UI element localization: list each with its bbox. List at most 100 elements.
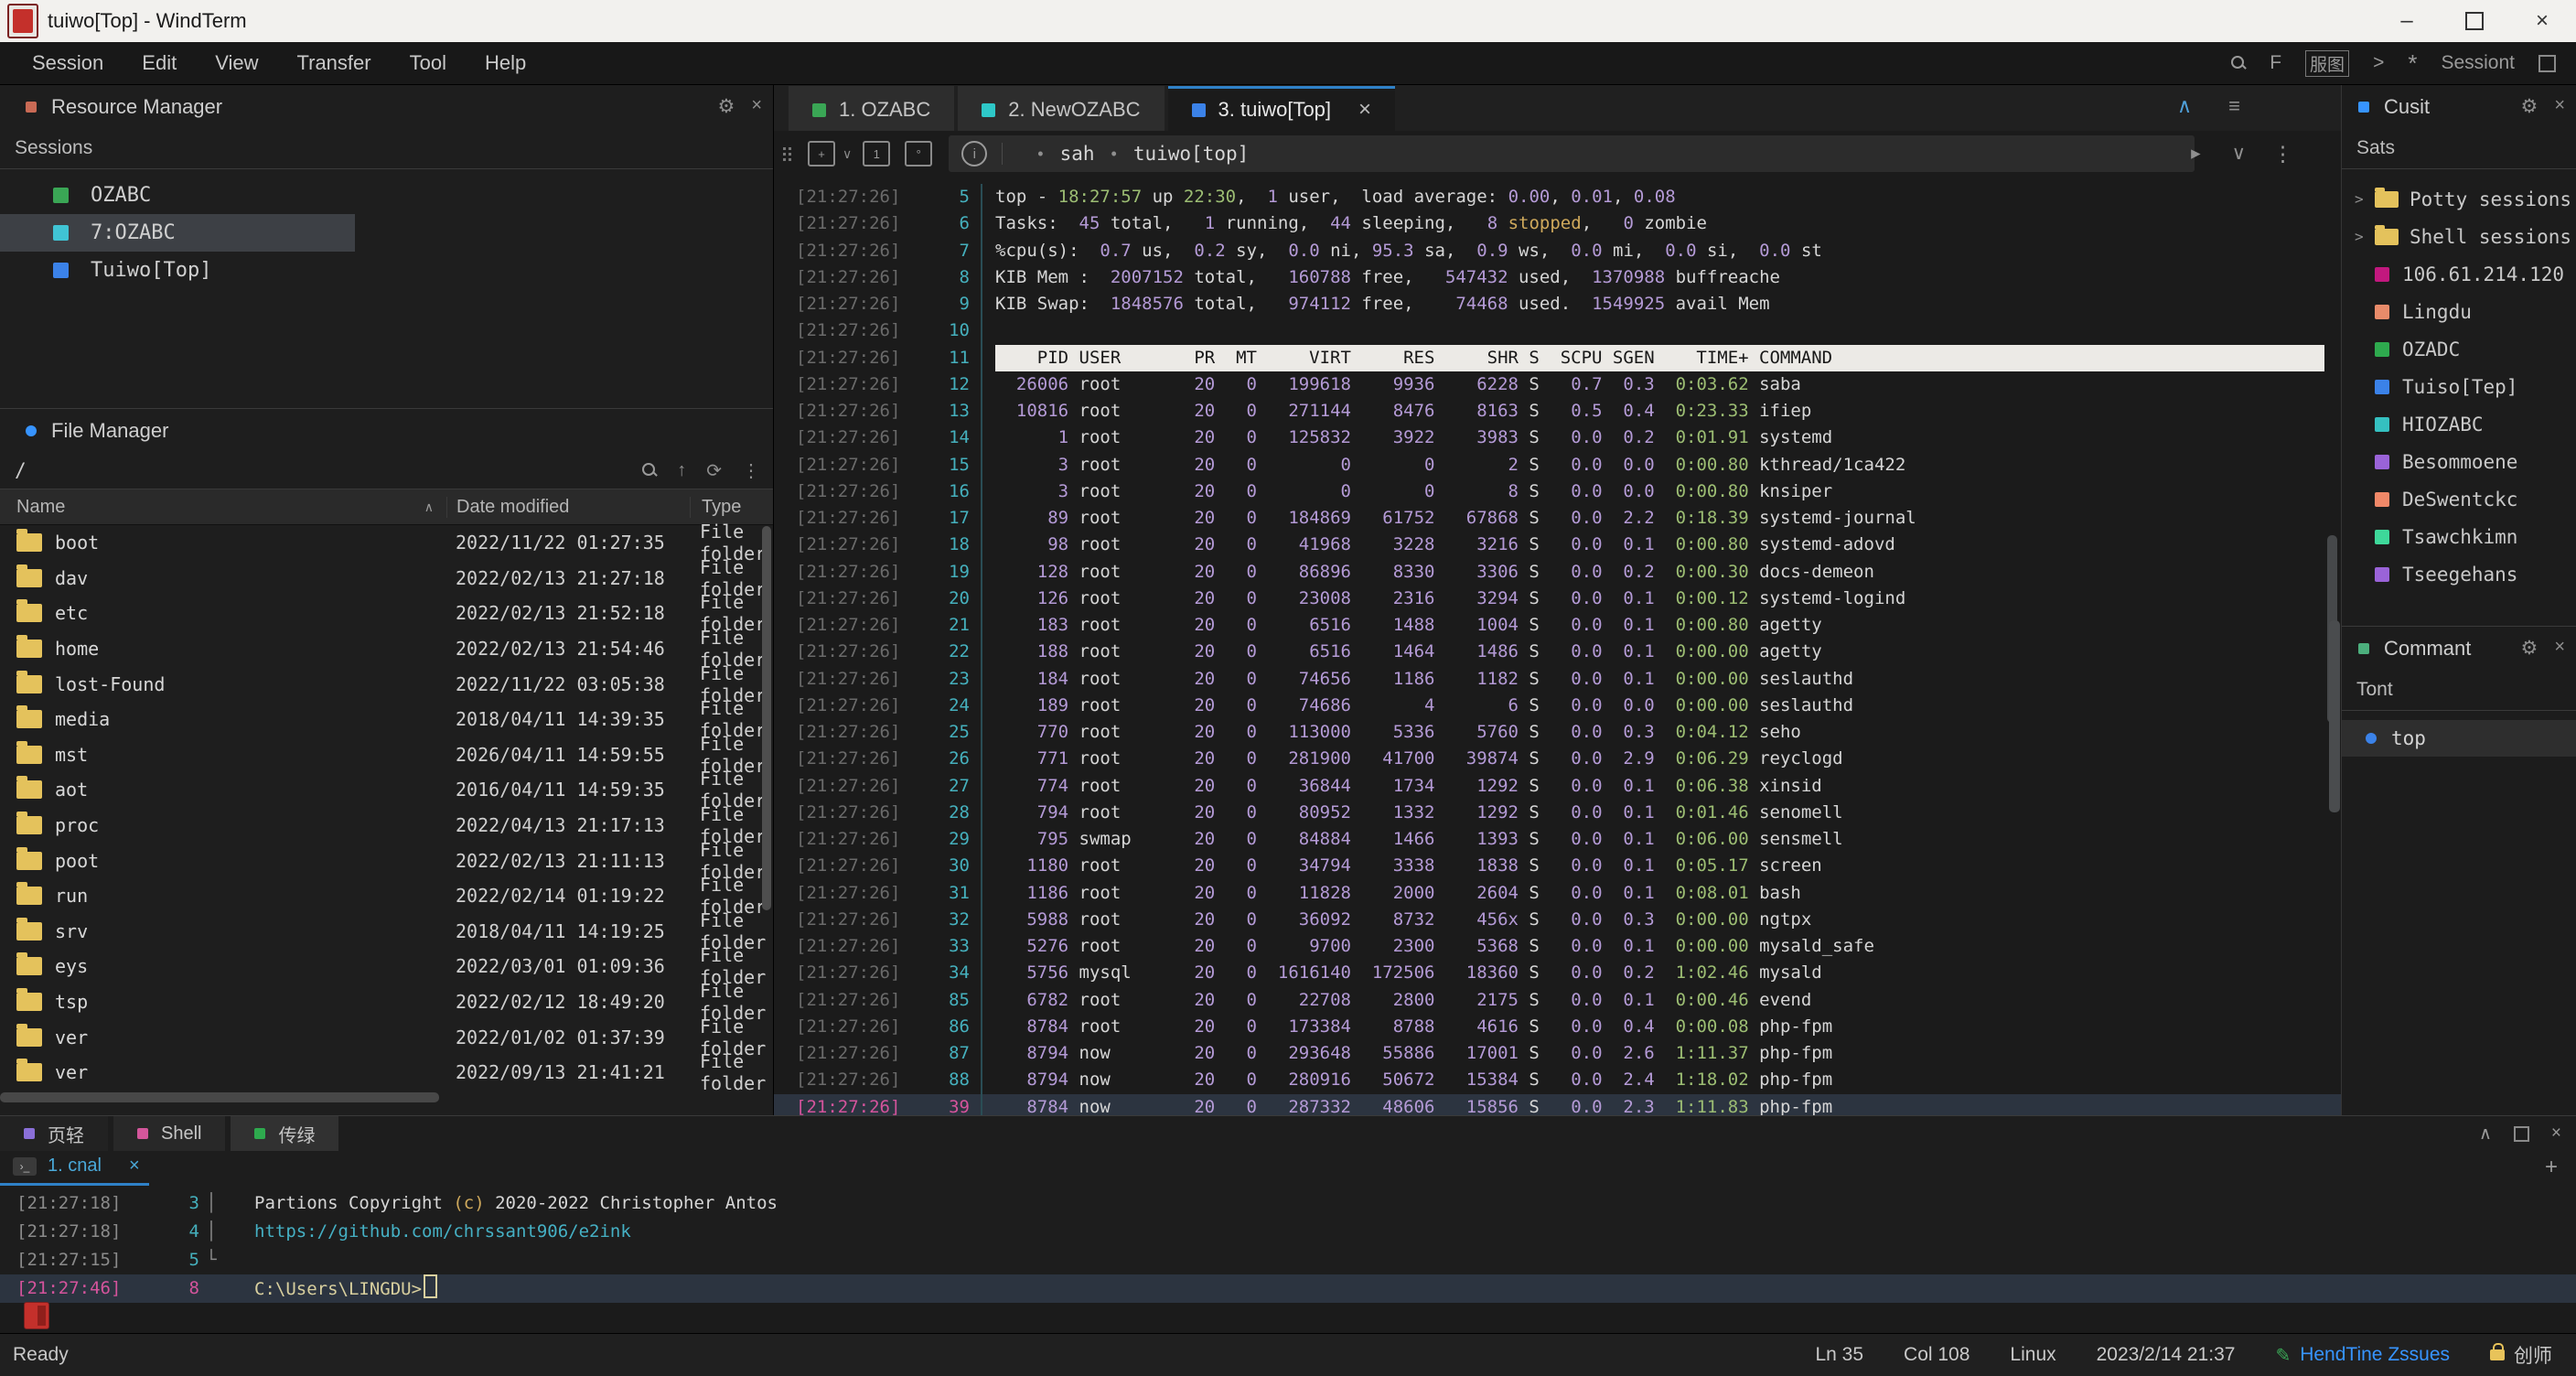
font-tool-icon[interactable]: F [2270,52,2281,74]
bottom-tab[interactable]: 传绿 [231,1116,338,1151]
tree-item[interactable]: >Shell sessions [2342,218,2576,255]
pane-pin-icon[interactable]: ° [905,141,932,167]
tab-list-icon[interactable]: ≡ [2228,94,2240,118]
tree-item[interactable]: Tseegehans [2342,555,2576,593]
session-menu-button[interactable]: Sessiont [2441,52,2515,74]
table-row[interactable]: run2022/02/14 01:19:22File folder [0,878,773,914]
tree-item[interactable]: 106.61.214.120 [2342,255,2576,293]
chevron-down-icon[interactable]: ∨ [843,146,852,162]
chevron-right-icon[interactable]: > [2355,228,2375,245]
windterm-dock-icon[interactable] [24,1302,49,1329]
scroll-top-icon[interactable]: ∧ [2177,94,2192,118]
table-row[interactable]: ver2022/09/13 21:41:21File folder [0,1055,773,1091]
terminal-output[interactable]: [21:27:26]5top - 18:27:57 up 22:30, 1 us… [774,177,2341,1115]
table-row[interactable]: ver2022/01/02 01:37:39File folder [0,1019,773,1055]
table-row[interactable]: home2022/02/13 21:54:46File folder [0,631,773,667]
tree-item[interactable]: DeSwentckc [2342,480,2576,518]
tree-item[interactable]: Tsawchkimn [2342,518,2576,555]
column-date-modified[interactable]: Date modified [446,497,690,518]
command-item[interactable]: top [2342,720,2576,757]
table-row[interactable]: poot2022/02/13 21:11:13File folder [0,843,773,878]
terminal-tab[interactable]: 2. NewOZABC [958,86,1164,131]
filter-icon[interactable] [642,463,657,478]
maximize-button[interactable] [2441,0,2508,42]
close-icon[interactable]: × [751,95,762,118]
gear-icon[interactable]: ⚙ [2520,637,2538,660]
host-label[interactable]: tuiwo[top] [1133,143,1249,165]
minimize-button[interactable]: – [2373,0,2441,42]
session-item[interactable]: Tuiwo[Top] [0,252,773,289]
gear-icon[interactable]: ⚙ [2520,95,2538,118]
new-shell-icon[interactable]: + [2545,1155,2558,1180]
gear-icon[interactable]: ⚙ [717,95,735,118]
bottom-tab[interactable]: 页轻 [0,1116,108,1151]
table-row[interactable]: srv2018/04/11 14:19:25File folder [0,914,773,950]
column-type[interactable]: Type [690,497,773,518]
table-row[interactable]: etc2022/02/13 21:52:18File folder [0,596,773,631]
tree-item[interactable]: HIOZABC [2342,405,2576,443]
tree-item[interactable]: Lingdu [2342,293,2576,330]
close-icon[interactable]: × [129,1156,140,1177]
stamp-icon[interactable]: 服图 [2305,50,2349,77]
menu-item-session[interactable]: Session [13,51,123,75]
terminal-tab[interactable]: 3. tuiwo[Top]× [1168,86,1396,131]
more-options-icon[interactable]: ⋮ [742,459,760,482]
terminal-tab[interactable]: 1. OZABC [789,86,954,131]
close-icon[interactable]: × [2554,95,2565,118]
tree-item[interactable]: >Potty sessions [2342,180,2576,218]
chevron-right-icon[interactable]: > [2355,190,2375,208]
menu-item-tool[interactable]: Tool [391,51,466,75]
table-row[interactable]: aot2016/04/11 14:59:35File folder [0,772,773,808]
pane-one-icon[interactable]: 1 [863,141,890,167]
menu-item-help[interactable]: Help [466,51,545,75]
protocol-label[interactable]: sah [1060,143,1095,165]
current-path[interactable]: / [15,459,27,481]
table-row[interactable]: tsp2022/02/12 18:49:20File folder [0,984,773,1020]
table-row[interactable]: eys2022/03/01 01:09:36File folder [0,949,773,984]
restore-panel-icon[interactable] [2514,1126,2529,1142]
collapse-panel-icon[interactable]: ∧ [2479,1123,2492,1145]
shell-subtab[interactable]: ›_ 1. cnal × [0,1150,149,1186]
dropdown-icon[interactable]: ∨ [2232,142,2246,165]
close-panel-icon[interactable]: × [2551,1123,2561,1144]
info-icon[interactable]: i [961,141,987,167]
menu-item-view[interactable]: View [196,51,277,75]
sidebar-scrollbar[interactable] [2329,620,2340,812]
run-icon[interactable]: ▸ [2191,142,2201,165]
table-row[interactable]: dav2022/02/13 21:27:18File folder [0,561,773,597]
file-table-header[interactable]: Name∧ Date modified Type [0,489,773,525]
table-row[interactable]: media2018/04/11 14:39:35File folder [0,702,773,737]
shell-output[interactable]: [21:27:18]3│Partions Copyright (c) 2020-… [0,1184,2576,1303]
table-row[interactable]: boot2022/11/22 01:27:35File folder [0,525,773,561]
terminal-tab-bar: 1. OZABC2. NewOZABC3. tuiwo[Top]× ∧ ≡ [774,85,2341,131]
split-pane-icon[interactable]: + [808,141,835,167]
up-directory-icon[interactable]: ↑ [677,460,686,481]
session-item[interactable]: 7:OZABC [0,214,355,252]
file-list-scrollbar[interactable] [762,526,771,910]
close-icon[interactable]: × [1358,97,1371,123]
kebab-menu-icon[interactable]: ⋮ [2272,142,2293,167]
issues-link[interactable]: ✎ HendTine Zssues [2275,1344,2450,1367]
asterisk-icon[interactable]: * [2408,49,2417,78]
layout-icon[interactable] [2538,55,2556,72]
menu-item-edit[interactable]: Edit [123,51,196,75]
table-row[interactable]: lost-Found2022/11/22 03:05:38File folder [0,666,773,702]
table-row[interactable]: mst2026/04/11 14:59:55File folder [0,737,773,773]
refresh-icon[interactable]: ⟳ [706,459,722,482]
search-icon[interactable] [2231,56,2246,70]
close-button[interactable]: × [2508,0,2576,42]
table-row[interactable]: proc2022/04/13 21:17:13File folder [0,808,773,844]
connection-bar[interactable]: i • sah • tuiwo[top] [949,135,2195,172]
menu-item-transfer[interactable]: Transfer [278,51,391,75]
session-item[interactable]: OZABC [0,177,773,214]
tree-item[interactable]: Tuiso[Tep] [2342,368,2576,405]
encoding-lock[interactable]: 创师 [2490,1341,2552,1369]
arrow-icon[interactable]: > [2373,52,2384,74]
tree-item[interactable]: OZADC [2342,330,2576,368]
file-list-hscrollbar[interactable] [0,1092,439,1102]
close-icon[interactable]: × [2554,637,2565,660]
file-date-cell: 2026/04/11 14:59:55 [446,744,689,766]
tree-item[interactable]: Besommoene [2342,443,2576,480]
column-name[interactable]: Name [16,497,65,518]
bottom-tab[interactable]: Shell [113,1116,225,1151]
